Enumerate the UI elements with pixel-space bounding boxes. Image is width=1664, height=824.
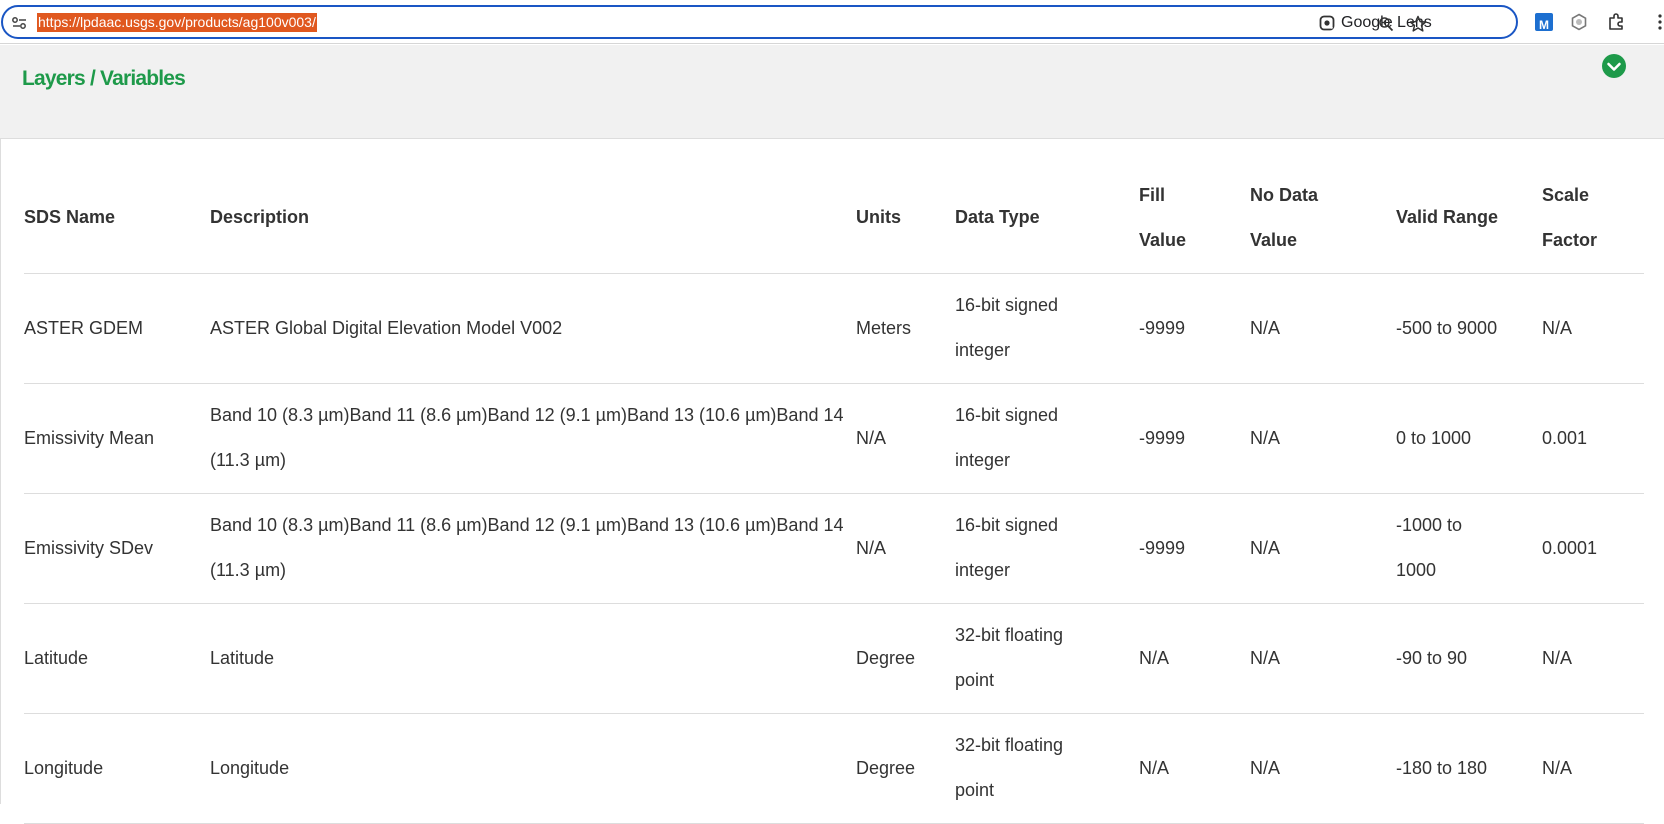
table-row: Longitude Longitude Degree 32-bit floati… [24, 713, 1644, 824]
cell-valid-range: -90 to 90 [1396, 603, 1542, 714]
site-info-icon[interactable] [11, 15, 29, 31]
extension-hexagon-icon[interactable] [1568, 11, 1590, 33]
cell-no-data-value: N/A [1250, 273, 1396, 384]
header-data-type: Data Type [955, 163, 1139, 274]
cell-valid-range: -180 to 180 [1396, 713, 1542, 824]
cell-description: Band 10 (8.3 µm)Band 11 (8.6 µm)Band 12 … [210, 383, 856, 494]
cell-scale-factor: N/A [1542, 713, 1644, 824]
cell-no-data-value: N/A [1250, 603, 1396, 714]
cell-sds-name: Longitude [24, 713, 210, 824]
extensions-puzzle-icon[interactable] [1606, 11, 1628, 33]
address-bar[interactable]: https://lpdaac.usgs.gov/products/ag100v0… [1, 5, 1518, 39]
cell-description: Longitude [210, 713, 856, 824]
lens-icon [1319, 15, 1335, 31]
cell-no-data-value: N/A [1250, 383, 1396, 494]
cell-units: Meters [856, 273, 955, 384]
cell-fill-value: -9999 [1139, 383, 1250, 494]
cell-data-type: 16-bit signed integer [955, 383, 1139, 494]
cell-description: Latitude [210, 603, 856, 714]
table-row: Latitude Latitude Degree 32-bit floating… [24, 603, 1644, 714]
cell-units: N/A [856, 493, 955, 604]
layers-section-header[interactable]: Layers / Variables [0, 45, 1664, 139]
cell-valid-range: -1000 to 1000 [1396, 493, 1542, 604]
zoom-icon[interactable] [1376, 14, 1396, 34]
header-sds-name: SDS Name [24, 163, 210, 274]
browser-menu-icon[interactable] [1656, 12, 1664, 32]
section-title: Layers / Variables [22, 67, 186, 90]
cell-scale-factor: N/A [1542, 273, 1644, 384]
cell-sds-name: ASTER GDEM [24, 273, 210, 384]
cell-sds-name: Emissivity Mean [24, 383, 210, 494]
header-valid-range: Valid Range [1396, 163, 1542, 274]
cell-fill-value: N/A [1139, 603, 1250, 714]
url-text[interactable]: https://lpdaac.usgs.gov/products/ag100v0… [37, 13, 317, 32]
table-header-row: SDS Name Description Units Data Type Fil… [24, 163, 1644, 274]
header-fill-value: Fill Value [1139, 163, 1250, 274]
cell-sds-name: Latitude [24, 603, 210, 714]
cell-fill-value: -9999 [1139, 273, 1250, 384]
cell-scale-factor: N/A [1542, 603, 1644, 714]
cell-data-type: 16-bit signed integer [955, 273, 1139, 384]
cell-data-type: 32-bit floating point [955, 713, 1139, 824]
table-row: ASTER GDEM ASTER Global Digital Elevatio… [24, 273, 1644, 384]
header-units: Units [856, 163, 955, 274]
cell-valid-range: 0 to 1000 [1396, 383, 1542, 494]
cell-units: Degree [856, 603, 955, 714]
cell-fill-value: -9999 [1139, 493, 1250, 604]
cell-valid-range: -500 to 9000 [1396, 273, 1542, 384]
cell-no-data-value: N/A [1250, 713, 1396, 824]
extension-m-icon[interactable]: M [1533, 11, 1555, 33]
cell-no-data-value: N/A [1250, 493, 1396, 604]
table-row: Emissivity SDev Band 10 (8.3 µm)Band 11 … [24, 493, 1644, 604]
header-description: Description [210, 163, 856, 274]
layers-table: SDS Name Description Units Data Type Fil… [24, 163, 1644, 824]
cell-scale-factor: 0.0001 [1542, 493, 1644, 604]
cell-units: N/A [856, 383, 955, 494]
check-circle-icon[interactable] [1602, 54, 1626, 78]
cell-data-type: 16-bit signed integer [955, 493, 1139, 604]
cell-units: Degree [856, 713, 955, 824]
header-no-data-value: No Data Value [1250, 163, 1396, 274]
cell-description: Band 10 (8.3 µm)Band 11 (8.6 µm)Band 12 … [210, 493, 856, 604]
cell-fill-value: N/A [1139, 713, 1250, 824]
bookmark-star-icon[interactable] [1408, 14, 1428, 34]
cell-data-type: 32-bit floating point [955, 603, 1139, 714]
table-row: Emissivity Mean Band 10 (8.3 µm)Band 11 … [24, 383, 1644, 494]
cell-sds-name: Emissivity SDev [24, 493, 210, 604]
header-scale-factor: Scale Factor [1542, 163, 1644, 274]
cell-scale-factor: 0.001 [1542, 383, 1644, 494]
browser-toolbar: https://lpdaac.usgs.gov/products/ag100v0… [0, 0, 1664, 44]
layers-panel: SDS Name Description Units Data Type Fil… [0, 139, 1664, 824]
cell-description: ASTER Global Digital Elevation Model V00… [210, 273, 856, 384]
